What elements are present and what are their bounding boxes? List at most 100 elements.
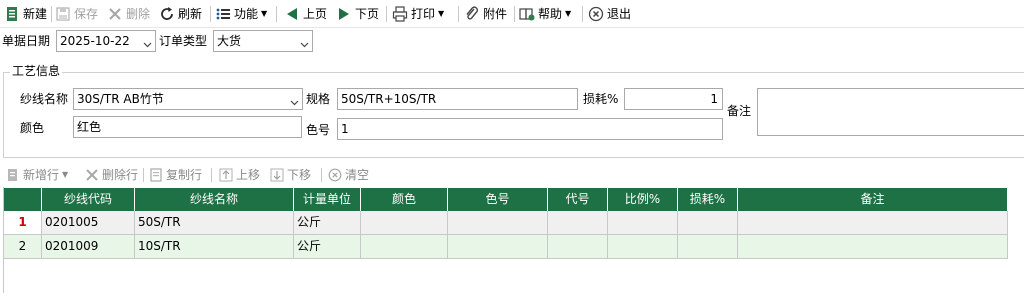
- column-header-remark[interactable]: 备注: [738, 188, 1008, 211]
- copy-icon: [149, 168, 163, 182]
- spec-value: 50S/TR+10S/TR: [341, 92, 437, 106]
- triangle-left-icon: [284, 6, 300, 22]
- delete-row-label: 删除行: [102, 168, 139, 182]
- cell-remark[interactable]: [738, 211, 1008, 235]
- cell-yarn-name[interactable]: 50S/TR: [135, 211, 294, 235]
- delete-x-icon: [107, 6, 123, 22]
- column-header-yarn-name[interactable]: 纱线名称: [135, 188, 294, 211]
- column-header-color-no[interactable]: 色号: [448, 188, 548, 211]
- caret-down-icon: ▼: [261, 9, 268, 18]
- color-label: 颜色: [20, 121, 45, 135]
- column-header-alias[interactable]: 代号: [548, 188, 608, 211]
- paperclip-icon: [464, 6, 480, 22]
- color-field[interactable]: 红色: [73, 116, 302, 138]
- new-label: 新建: [23, 7, 48, 21]
- save-button[interactable]: 保存: [55, 3, 98, 25]
- toolbar-separator: [211, 168, 212, 182]
- move-up-label: 上移: [236, 168, 261, 182]
- function-menu-button[interactable]: 功能 ▼: [215, 3, 267, 25]
- column-header-ratio[interactable]: 比例%: [608, 188, 678, 211]
- move-up-button[interactable]: 上移: [219, 166, 260, 184]
- color-no-field[interactable]: 1: [337, 118, 723, 140]
- move-down-button[interactable]: 下移: [270, 166, 311, 184]
- chevron-down-icon: [290, 93, 299, 106]
- exit-label: 退出: [607, 7, 632, 21]
- toolbar-separator: [321, 168, 322, 182]
- row-number[interactable]: 1: [4, 211, 42, 235]
- document-date-picker[interactable]: 2025-10-22: [56, 30, 156, 52]
- remark-textarea[interactable]: [757, 88, 1024, 136]
- document-date-value: 2025-10-22: [60, 34, 130, 48]
- color-no-label: 色号: [306, 123, 331, 137]
- cell-yarn-code[interactable]: 0201009: [42, 235, 135, 259]
- delete-button[interactable]: 删除: [107, 3, 150, 25]
- document-date-label: 单据日期: [2, 34, 51, 48]
- toolbar-separator: [386, 6, 387, 22]
- add-row-button[interactable]: 新增行 ▼: [6, 166, 68, 184]
- column-header-loss[interactable]: 损耗%: [678, 188, 738, 211]
- help-book-icon: [519, 6, 535, 22]
- copy-row-label: 复制行: [166, 168, 203, 182]
- spec-field[interactable]: 50S/TR+10S/TR: [337, 88, 578, 110]
- clear-button[interactable]: 清空: [328, 166, 369, 184]
- cell-loss[interactable]: [678, 235, 738, 259]
- arrow-up-icon: [219, 168, 233, 182]
- attachment-label: 附件: [483, 7, 508, 21]
- refresh-button[interactable]: 刷新: [159, 3, 202, 25]
- toolbar-separator: [51, 6, 52, 22]
- print-label: 打印: [411, 7, 436, 21]
- print-button[interactable]: 打印 ▼: [392, 3, 444, 25]
- cell-ratio[interactable]: [608, 235, 678, 259]
- toolbar-separator: [210, 6, 211, 22]
- new-button[interactable]: 新建: [4, 3, 47, 25]
- toolbar-separator: [582, 6, 583, 22]
- new-document-icon: [4, 6, 20, 22]
- cell-loss[interactable]: [678, 211, 738, 235]
- yarn-name-label: 纱线名称: [20, 92, 69, 106]
- cell-yarn-code[interactable]: 0201005: [42, 211, 135, 235]
- loss-value: 1: [710, 92, 718, 106]
- next-page-button[interactable]: 下页: [336, 3, 379, 25]
- toolbar-separator: [458, 6, 459, 22]
- copy-row-button[interactable]: 复制行: [149, 166, 202, 184]
- order-type-select[interactable]: 大货: [213, 30, 313, 52]
- cell-remark[interactable]: [738, 235, 1008, 259]
- loss-field[interactable]: 1: [624, 88, 723, 110]
- yarn-name-select[interactable]: 30S/TR AB竹节: [73, 88, 303, 110]
- color-value: 红色: [77, 120, 102, 134]
- color-no-value: 1: [341, 122, 349, 136]
- printer-icon: [392, 6, 408, 22]
- cell-color[interactable]: [361, 235, 448, 259]
- cell-alias[interactable]: [548, 235, 608, 259]
- refresh-icon: [159, 6, 175, 22]
- help-menu-button[interactable]: 帮助 ▼: [519, 3, 571, 25]
- cell-unit[interactable]: 公斤: [294, 235, 361, 259]
- cell-ratio[interactable]: [608, 211, 678, 235]
- exit-button[interactable]: 退出: [588, 3, 631, 25]
- column-header-color[interactable]: 颜色: [361, 188, 448, 211]
- cell-alias[interactable]: [548, 211, 608, 235]
- clear-circle-x-icon: [328, 168, 342, 182]
- toolbar-separator: [143, 168, 144, 182]
- order-type-label: 订单类型: [159, 34, 208, 48]
- cell-color-no[interactable]: [448, 211, 548, 235]
- column-header-unit[interactable]: 计量单位: [294, 188, 361, 211]
- delete-row-button[interactable]: 删除行: [85, 166, 138, 184]
- remark-label: 备注: [727, 104, 752, 118]
- yarn-name-value: 30S/TR AB竹节: [77, 92, 164, 106]
- cell-color-no[interactable]: [448, 235, 548, 259]
- cell-yarn-name[interactable]: 10S/TR: [135, 235, 294, 259]
- caret-down-icon: ▼: [565, 9, 572, 18]
- add-row-icon: [6, 168, 20, 182]
- attachment-button[interactable]: 附件: [464, 3, 507, 25]
- exit-circle-x-icon: [588, 6, 604, 22]
- row-number[interactable]: 2: [4, 235, 42, 259]
- cell-unit[interactable]: 公斤: [294, 211, 361, 235]
- cell-color[interactable]: [361, 211, 448, 235]
- prev-page-button[interactable]: 上页: [284, 3, 327, 25]
- delete-x-icon: [85, 168, 99, 182]
- row-number-header: [4, 188, 42, 211]
- delete-label: 删除: [126, 7, 151, 21]
- toolbar-separator: [276, 6, 277, 22]
- column-header-yarn-code[interactable]: 纱线代码: [42, 188, 135, 211]
